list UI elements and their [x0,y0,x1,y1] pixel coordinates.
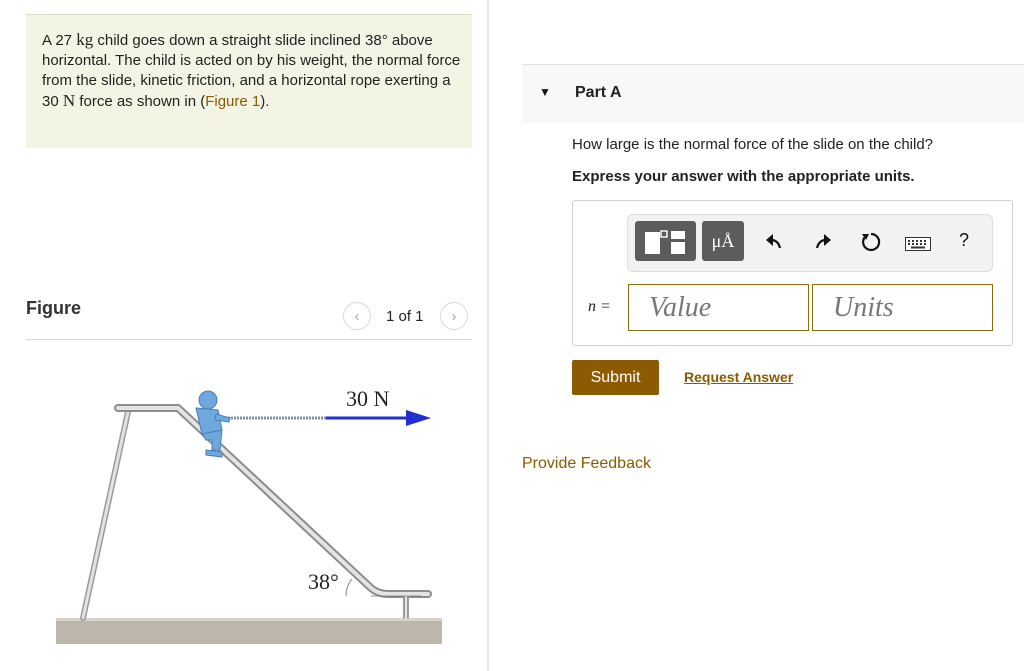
figure-divider [26,339,472,340]
column-divider [487,0,489,671]
ground [56,618,442,644]
angle-arc [345,578,353,597]
pager-next-button[interactable]: › [440,302,468,330]
question-text: How large is the normal force of the sli… [572,136,934,153]
undo-icon[interactable] [764,232,784,252]
problem-statement: A 27 kg child goes down a straight slide… [42,30,462,112]
force-arrowhead [406,410,431,426]
request-answer-link[interactable]: Request Answer [684,369,793,385]
unit-kg: kg [76,30,94,49]
child-arm [214,413,231,423]
instruction-text: Express your answer with the appropriate… [572,168,915,185]
problem-text-1: A 27 [42,32,77,49]
figure-link[interactable]: Figure 1 [205,93,260,110]
value-input[interactable] [628,284,809,331]
submit-button[interactable]: Submit [572,360,659,395]
unit-n: N [62,91,76,110]
force-label: 30 N [346,386,390,411]
reset-icon[interactable] [860,231,882,253]
keyboard-icon[interactable] [905,237,931,251]
variable-label: n = [588,298,611,315]
units-input[interactable] [812,284,993,331]
pager-count: 1 of 1 [386,308,424,325]
provide-feedback-link[interactable]: Provide Feedback [522,455,651,473]
ground-top [56,618,442,621]
pager-prev-button[interactable]: ‹ [343,302,371,330]
part-a-title: Part A [575,84,622,101]
templates-button[interactable] [635,221,696,261]
redo-icon[interactable] [813,232,833,252]
angle-label: 38° [308,569,339,594]
figure-heading: Figure [26,298,82,318]
units-button[interactable]: μÅ [702,221,744,261]
problem-text-3: force as shown in ( [75,93,206,110]
help-button[interactable]: ? [959,230,969,251]
slide-surface [114,404,432,598]
child-head [198,390,218,410]
templates-icon [645,230,685,254]
slide-figure: 38° 30 N [56,386,442,644]
collapse-caret-icon[interactable]: ▼ [539,85,551,99]
slide-ladder-highlight [81,410,130,620]
child-legs [201,429,223,451]
problem-text-4: ). [260,93,270,110]
